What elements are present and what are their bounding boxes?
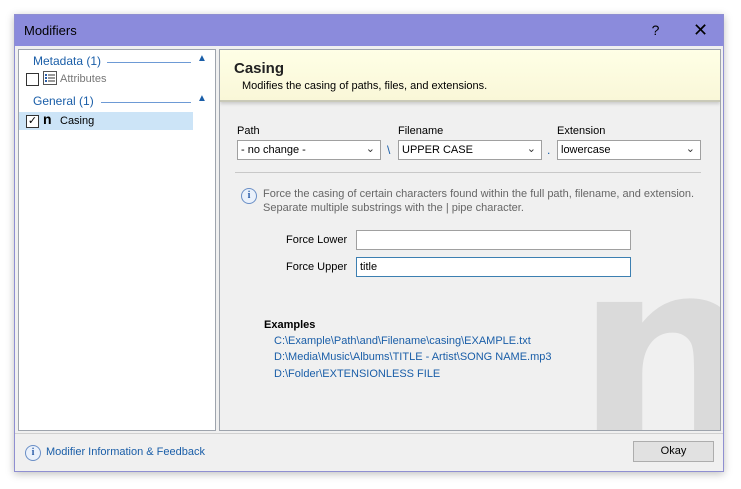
path-dropdown[interactable]: - no change - ⌄ [237, 140, 381, 160]
close-button[interactable]: ✕ [678, 15, 723, 46]
footer-divider [15, 433, 723, 434]
info-text: Force the casing of certain characters f… [263, 187, 703, 215]
example-path: C:\Example\Path\and\Filename\casing\EXAM… [274, 335, 531, 347]
okay-button[interactable]: Okay [633, 441, 714, 462]
extension-separator: . [547, 143, 551, 157]
group-metadata-label: Metadata (1) [33, 54, 102, 68]
panel-header: Casing Modifies the casing of paths, fil… [220, 50, 720, 102]
list-item-label: Attributes [60, 73, 107, 85]
extension-dropdown[interactable]: lowercase ⌄ [557, 140, 701, 160]
example-path: D:\Media\Music\Albums\TITLE - Artist\SON… [274, 351, 552, 363]
group-divider [101, 102, 191, 103]
title-bar[interactable]: Modifiers ? ✕ [15, 15, 723, 46]
window-title: Modifiers [24, 23, 77, 38]
divider [235, 172, 701, 173]
filename-label: Filename [398, 125, 444, 137]
help-button[interactable]: ? [633, 15, 678, 46]
example-path: D:\Folder\EXTENSIONLESS FILE [274, 368, 441, 380]
casing-n-icon: n [43, 111, 52, 127]
list-item-label: Casing [60, 115, 95, 127]
force-upper-input[interactable]: title [356, 257, 631, 277]
list-item-attributes[interactable]: Attributes [19, 70, 193, 88]
group-divider [107, 62, 191, 63]
attributes-checkbox[interactable] [26, 73, 39, 86]
modifiers-dialog: Modifiers ? ✕ Metadata (1) ▲ Attributes … [14, 14, 724, 472]
force-lower-label: Force Lower [286, 234, 348, 246]
force-lower-input[interactable] [356, 230, 631, 250]
path-label: Path [237, 125, 260, 137]
modifier-info-link[interactable]: Modifier Information & Feedback [46, 446, 205, 458]
panel-title: Casing [234, 60, 285, 77]
modifier-list: Metadata (1) ▲ Attributes General (1) ▲ … [18, 49, 216, 431]
filename-dropdown[interactable]: UPPER CASE ⌄ [398, 140, 542, 160]
force-upper-label: Force Upper [286, 261, 348, 273]
examples-title: Examples [264, 319, 316, 331]
chevron-down-icon: ⌄ [365, 143, 375, 155]
info-icon: i [25, 445, 41, 461]
extension-label: Extension [557, 125, 606, 137]
info-line: Force the casing of certain characters f… [263, 188, 695, 200]
filename-value: UPPER CASE [402, 144, 473, 156]
casing-checkbox[interactable]: ✓ [26, 115, 39, 128]
collapse-chevron-icon[interactable]: ▲ [197, 53, 207, 64]
group-metadata[interactable]: Metadata (1) ▲ [19, 52, 215, 70]
casing-watermark-icon: n [575, 225, 720, 430]
list-item-casing[interactable]: ✓ n Casing [19, 112, 193, 130]
group-general[interactable]: General (1) ▲ [19, 92, 215, 110]
info-line: Separate multiple substrings with the | … [263, 202, 524, 214]
panel-subtitle: Modifies the casing of paths, files, and… [242, 80, 488, 92]
chevron-down-icon: ⌄ [685, 143, 695, 155]
modifier-settings-panel: n Casing Modifies the casing of paths, f… [219, 49, 721, 431]
list-icon [43, 71, 57, 85]
path-value: - no change - [241, 144, 306, 156]
group-general-label: General (1) [33, 94, 94, 108]
chevron-down-icon: ⌄ [526, 143, 536, 155]
info-icon: i [241, 188, 257, 204]
collapse-chevron-icon[interactable]: ▲ [197, 93, 207, 104]
extension-value: lowercase [561, 144, 611, 156]
path-separator: \ [387, 143, 391, 157]
